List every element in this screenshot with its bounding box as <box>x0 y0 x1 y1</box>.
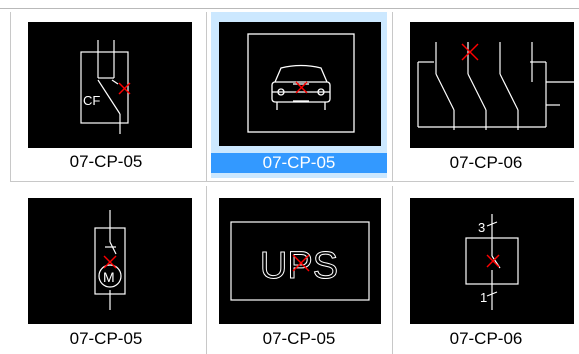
thumbnail-tile[interactable]: CF 07-CP-05 <box>10 12 202 180</box>
symbol-text: UPS <box>260 245 338 287</box>
symbol-drawing: M <box>94 210 126 310</box>
symbol-drawing: 3 1 <box>465 214 519 310</box>
thumbnail-label: 07-CP-05 <box>211 153 387 173</box>
thumbnail-label: 07-CP-05 <box>69 329 143 348</box>
symbol-text: M <box>103 269 115 285</box>
thumbnail-tile[interactable]: UPS 07-CP-05 <box>211 186 387 354</box>
thumbnail-tile[interactable]: 3 1 07-CP-06 <box>398 186 574 354</box>
symbol-drawing <box>247 33 355 133</box>
thumbnail-label: 07-CP-06 <box>449 329 523 348</box>
thumbnail-label: 07-CP-06 <box>449 153 523 172</box>
cell-divider <box>206 186 207 354</box>
row-divider <box>10 181 574 182</box>
ups-box-icon: UPS <box>219 198 381 324</box>
circuit-breaker-cf-icon: CF <box>28 22 192 148</box>
symbol-drawing <box>417 42 574 130</box>
symbol-text-bottom: 1 <box>480 290 487 305</box>
cell-divider <box>392 12 393 182</box>
three-pole-switch-icon <box>410 22 574 148</box>
switch-3-1-icon: 3 1 <box>410 198 574 324</box>
cell-divider <box>206 12 207 182</box>
thumbnail-label: 07-CP-05 <box>262 329 336 348</box>
symbol-drawing: CF <box>80 40 131 134</box>
cell-divider <box>10 12 11 182</box>
thumbnail-tile[interactable]: M 07-CP-05 <box>10 186 202 354</box>
thumbnail-grid: CF 07-CP-05 07-CP-05 07-CP-06 M 07-CP-05… <box>0 0 579 354</box>
thumbnail-tile-selected[interactable]: 07-CP-05 <box>211 12 387 178</box>
cell-divider <box>392 186 393 354</box>
symbol-text: CF <box>83 93 100 108</box>
motor-switch-icon: M <box>28 198 192 324</box>
thumbnail-label: 07-CP-05 <box>69 152 143 171</box>
vehicle-charger-icon <box>219 22 381 146</box>
symbol-drawing: UPS <box>230 221 370 301</box>
symbol-text-top: 3 <box>478 220 485 235</box>
thumbnail-tile[interactable]: 07-CP-06 <box>398 12 574 180</box>
